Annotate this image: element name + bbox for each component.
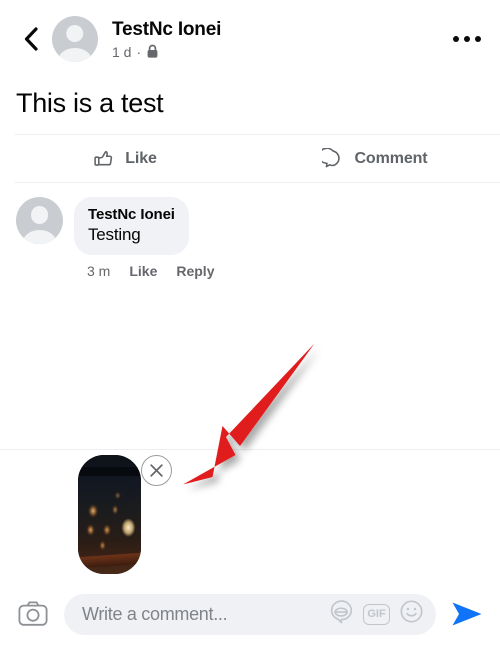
back-button[interactable] bbox=[14, 22, 48, 56]
comment-body-text: Testing bbox=[88, 225, 141, 244]
comment-timestamp: 3 m bbox=[87, 263, 111, 279]
avatar-body bbox=[58, 48, 92, 62]
sticker-icon bbox=[330, 600, 353, 624]
chevron-left-icon bbox=[24, 27, 38, 51]
dot-3 bbox=[475, 36, 481, 42]
avatar-body bbox=[22, 229, 57, 244]
lock-glyph bbox=[147, 44, 158, 58]
like-button[interactable]: Like bbox=[0, 135, 250, 182]
thumbs-up-icon bbox=[94, 150, 113, 166]
comment-like-link[interactable]: Like bbox=[129, 263, 157, 279]
post-timestamp[interactable]: 1 d bbox=[112, 44, 131, 60]
comment-bubble-icon bbox=[322, 147, 341, 167]
avatar-head bbox=[30, 205, 49, 224]
comment-button[interactable]: Comment bbox=[250, 135, 500, 182]
close-icon bbox=[150, 464, 163, 477]
photo-beam-detail bbox=[78, 466, 141, 476]
post-text: This is a test bbox=[16, 88, 164, 118]
meta-separator: · bbox=[136, 43, 142, 60]
post-header: TestNc Ionei 1 d · bbox=[0, 0, 500, 78]
gif-button[interactable]: GIF bbox=[363, 603, 390, 625]
comment-reply-link[interactable]: Reply bbox=[176, 263, 214, 279]
attachment-thumbnail[interactable] bbox=[78, 455, 141, 574]
comment-item: TestNc Ionei Testing 3 m Like Reply bbox=[0, 183, 500, 279]
comment-input-pill[interactable]: Write a comment... GIF bbox=[64, 593, 436, 635]
comment-author-name[interactable]: TestNc Ionei bbox=[88, 205, 175, 224]
gif-label: GIF bbox=[367, 608, 386, 620]
like-button-label: Like bbox=[125, 149, 157, 167]
dot-1 bbox=[453, 36, 459, 42]
send-arrow-icon bbox=[452, 602, 482, 626]
comment-button-label: Comment bbox=[354, 149, 428, 167]
comment-input-placeholder[interactable]: Write a comment... bbox=[82, 604, 327, 625]
comment-content: TestNc Ionei Testing 3 m Like Reply bbox=[74, 197, 214, 279]
avatar-head bbox=[66, 24, 84, 43]
post-options-button[interactable] bbox=[450, 25, 484, 53]
camera-icon bbox=[18, 601, 48, 626]
dot-2 bbox=[464, 36, 470, 42]
emoji-button[interactable] bbox=[399, 599, 424, 629]
comment-actions: 3 m Like Reply bbox=[74, 255, 214, 279]
composer-icon-group: GIF bbox=[329, 599, 424, 629]
header-text-block: TestNc Ionei 1 d · bbox=[112, 19, 450, 60]
sticker-button[interactable] bbox=[329, 599, 354, 629]
post-action-bar: Like Comment bbox=[0, 135, 500, 182]
camera-button[interactable] bbox=[14, 595, 52, 633]
post-meta-row: 1 d · bbox=[112, 44, 450, 60]
comment-bubble[interactable]: TestNc Ionei Testing bbox=[74, 197, 189, 255]
attachment-remove-button[interactable] bbox=[141, 455, 172, 486]
send-button[interactable] bbox=[448, 595, 486, 633]
emoji-smiley-icon bbox=[400, 600, 423, 623]
divider-above-attachment bbox=[0, 449, 500, 450]
comment-avatar[interactable] bbox=[16, 197, 63, 244]
comment-composer: Write a comment... GIF bbox=[0, 583, 500, 645]
author-avatar[interactable] bbox=[52, 16, 98, 62]
lock-icon[interactable] bbox=[146, 44, 159, 59]
attachment-preview-area bbox=[0, 449, 500, 583]
post-author-name[interactable]: TestNc Ionei bbox=[112, 19, 450, 41]
